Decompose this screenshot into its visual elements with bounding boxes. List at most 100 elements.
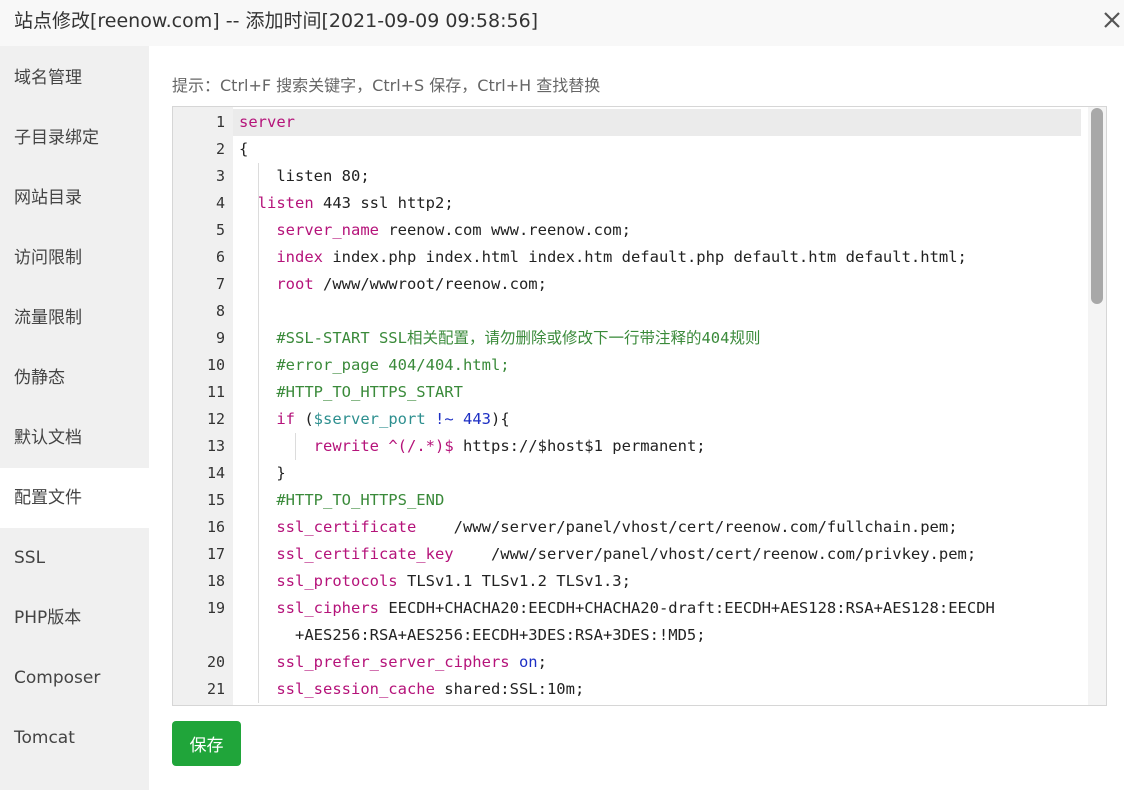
sidebar-item-site-dir[interactable]: 网站目录	[0, 168, 149, 228]
code-line[interactable]: 18 ssl_protocols TLSv1.1 TLSv1.2 TLSv1.3…	[173, 568, 1089, 595]
line-content[interactable]: server	[233, 109, 1081, 136]
line-content[interactable]: }	[233, 460, 1081, 487]
line-content[interactable]: ssl_ciphers EECDH+CHACHA20:EECDH+CHACHA2…	[233, 595, 1081, 622]
line-content[interactable]: #HTTP_TO_HTTPS_START	[233, 379, 1081, 406]
line-content[interactable]: {	[233, 136, 1081, 163]
code-line[interactable]: 16 ssl_certificate /www/server/panel/vho…	[173, 514, 1089, 541]
code-line[interactable]: 19 ssl_ciphers EECDH+CHACHA20:EECDH+CHAC…	[173, 595, 1089, 622]
code-line[interactable]: 4 listen 443 ssl http2;	[173, 190, 1089, 217]
code-line[interactable]: 20 ssl_prefer_server_ciphers on;	[173, 649, 1089, 676]
line-number: 3	[215, 167, 225, 185]
line-number: 12	[206, 410, 225, 428]
dialog-titlebar: 站点修改[reenow.com] -- 添加时间[2021-09-09 09:5…	[0, 0, 1124, 46]
code-line[interactable]: 12 if ($server_port !~ 443){	[173, 406, 1089, 433]
code-line[interactable]: 9 #SSL-START SSL相关配置，请勿删除或修改下一行带注释的404规则	[173, 325, 1089, 352]
save-button[interactable]: 保存	[172, 721, 241, 766]
line-number: 20	[206, 653, 225, 671]
code-line[interactable]: 11 #HTTP_TO_HTTPS_START	[173, 379, 1089, 406]
code-line[interactable]: 7 root /www/wwwroot/reenow.com;	[173, 271, 1089, 298]
line-content[interactable]: index index.php index.html index.htm def…	[233, 244, 1081, 271]
line-content[interactable]	[233, 298, 1081, 325]
sidebar-item-php-version[interactable]: PHP版本	[0, 588, 149, 648]
sidebar-item-composer[interactable]: Composer	[0, 648, 149, 708]
line-content[interactable]: ssl_session_cache shared:SSL:10m;	[233, 676, 1081, 703]
indent-guide	[257, 325, 259, 352]
indent-guide	[257, 433, 259, 460]
code-line[interactable]: 10 #error_page 404/404.html;	[173, 352, 1089, 379]
code-line[interactable]: 8	[173, 298, 1089, 325]
indent-guide	[257, 352, 259, 379]
code-editor[interactable]: 1 server 2{3 listen 80; 4 listen 443 ssl ht…	[172, 106, 1107, 706]
code-line[interactable]: 5 server_name reenow.com www.reenow.com;	[173, 217, 1089, 244]
indent-guide	[257, 406, 259, 433]
line-number: 6	[215, 248, 225, 266]
sidebar-item-tomcat[interactable]: Tomcat	[0, 708, 149, 768]
sidebar-item-traffic-limit[interactable]: 流量限制	[0, 288, 149, 348]
line-number: 10	[206, 356, 225, 374]
line-content[interactable]: if ($server_port !~ 443){	[233, 406, 1081, 433]
code-line[interactable]: 15 #HTTP_TO_HTTPS_END	[173, 487, 1089, 514]
line-content[interactable]: root /www/wwwroot/reenow.com;	[233, 271, 1081, 298]
sidebar-item-ssl[interactable]: SSL	[0, 528, 149, 588]
line-content[interactable]: listen 443 ssl http2;	[233, 190, 1081, 217]
code-line[interactable]: 6 index index.php index.html index.htm d…	[173, 244, 1089, 271]
close-button[interactable]	[1096, 4, 1124, 34]
sidebar-item-domain[interactable]: 域名管理	[0, 48, 149, 108]
line-content[interactable]: rewrite ^(/.*)$ https://$host$1 permanen…	[233, 433, 1081, 460]
sidebar: 域名管理 子目录绑定 网站目录 访问限制 流量限制 伪静态 默认文档 配置文件 …	[0, 46, 149, 790]
line-number: 8	[215, 302, 225, 320]
indent-guide	[257, 595, 259, 622]
dialog-title: 站点修改[reenow.com] -- 添加时间[2021-09-09 09:5…	[14, 10, 539, 32]
sidebar-item-access-limit[interactable]: 访问限制	[0, 228, 149, 288]
indent-guide	[257, 190, 259, 217]
line-content[interactable]: #SSL-START SSL相关配置，请勿删除或修改下一行带注释的404规则	[233, 325, 1081, 352]
sidebar-item-config-file[interactable]: 配置文件	[0, 468, 149, 528]
code-area[interactable]: 1 server 2{3 listen 80; 4 listen 443 ssl ht…	[173, 107, 1089, 705]
indent-guide	[257, 217, 259, 244]
line-content[interactable]: #HTTP_TO_HTTPS_END	[233, 487, 1081, 514]
line-number: 13	[206, 437, 225, 455]
line-number: 21	[206, 680, 225, 698]
line-content[interactable]: +AES256:RSA+AES256:EECDH+3DES:RSA+3DES:!…	[233, 622, 1081, 649]
line-content[interactable]: ssl_certificate_key /www/server/panel/vh…	[233, 541, 1081, 568]
indent-guide	[257, 514, 259, 541]
indent-guide	[257, 271, 259, 298]
line-number: 5	[215, 221, 225, 239]
sidebar-item-subdir[interactable]: 子目录绑定	[0, 108, 149, 168]
code-line[interactable]: 14 }	[173, 460, 1089, 487]
line-number: 7	[215, 275, 225, 293]
indent-guide	[257, 541, 259, 568]
code-line[interactable]: 2{	[173, 136, 1089, 163]
line-number: 11	[206, 383, 225, 401]
line-content[interactable]: server_name reenow.com www.reenow.com;	[233, 217, 1081, 244]
indent-guide	[257, 244, 259, 271]
code-line[interactable]: +AES256:RSA+AES256:EECDH+3DES:RSA+3DES:!…	[173, 622, 1089, 649]
close-icon	[1104, 12, 1120, 28]
code-line[interactable]: 21 ssl_session_cache shared:SSL:10m;	[173, 676, 1089, 703]
scrollbar-thumb[interactable]	[1091, 108, 1103, 304]
indent-guide	[295, 433, 297, 460]
indent-guide	[257, 487, 259, 514]
line-number: 16	[206, 518, 225, 536]
line-number: 14	[206, 464, 225, 482]
line-content[interactable]: #error_page 404/404.html;	[233, 352, 1081, 379]
indent-guide	[257, 676, 259, 703]
line-number: 19	[206, 599, 225, 617]
sidebar-item-default-doc[interactable]: 默认文档	[0, 408, 149, 468]
code-line[interactable]: 1 server	[173, 109, 1089, 136]
line-number: 17	[206, 545, 225, 563]
line-content[interactable]: ssl_certificate /www/server/panel/vhost/…	[233, 514, 1081, 541]
line-content[interactable]: ssl_prefer_server_ciphers on;	[233, 649, 1081, 676]
line-content[interactable]: ssl_protocols TLSv1.1 TLSv1.2 TLSv1.3;	[233, 568, 1081, 595]
line-number: 1	[215, 113, 225, 131]
code-line[interactable]: 13 rewrite ^(/.*)$ https://$host$1 perma…	[173, 433, 1089, 460]
indent-guide	[257, 379, 259, 406]
indent-guide	[257, 622, 259, 649]
editor-scrollbar[interactable]	[1088, 107, 1106, 705]
line-number	[173, 622, 225, 649]
sidebar-item-rewrite[interactable]: 伪静态	[0, 348, 149, 408]
indent-guide	[257, 163, 259, 190]
line-content[interactable]: listen 80;	[233, 163, 1081, 190]
code-line[interactable]: 17 ssl_certificate_key /www/server/panel…	[173, 541, 1089, 568]
code-line[interactable]: 3 listen 80;	[173, 163, 1089, 190]
